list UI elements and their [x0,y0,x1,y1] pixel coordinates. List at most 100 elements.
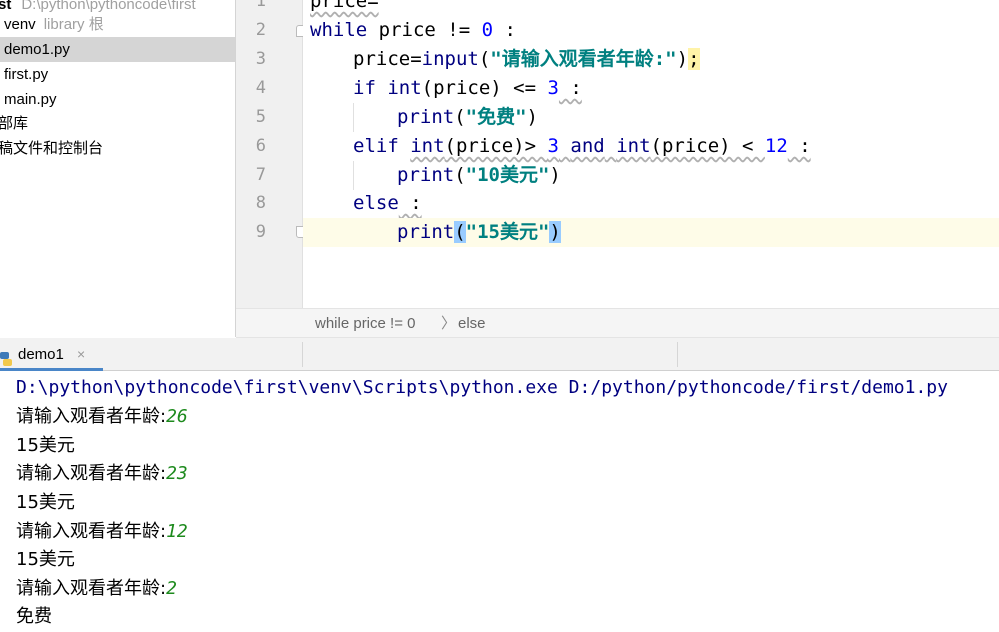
tree-file-label: first.py [4,66,49,83]
console-input: 26 [166,406,188,427]
code-line: price=input("请输入观看者年龄:"); [353,45,999,74]
tree-venv-hint: library 根 [43,16,104,33]
breadcrumb-item-while[interactable]: while price != 0 [315,309,415,339]
editor-gutter[interactable]: 1 2 3 4 5 6 7 8 9 [236,0,306,308]
code-string: "请输入观看者年龄:" [490,48,677,70]
code-builtin: input [421,48,479,70]
divider [302,342,303,367]
code-line: elif int(price)> 3 and int(price) < 12 : [353,132,999,161]
matched-paren: ) [549,221,561,243]
code-line: else : [353,189,999,218]
console-prompt: 请输入观看者年龄: [16,578,167,599]
project-tree: stD:\python\pythoncode\first venvlibrary… [0,0,236,337]
indent-guide [353,161,354,190]
console-prompt: 请输入观看者年龄: [16,521,167,542]
code-text: (price) < [650,135,765,157]
console-prompt: 请输入观看者年龄: [16,463,167,484]
tree-item-main[interactable]: main.py [0,87,235,112]
console-output-line: 15美元 [16,435,75,456]
code-text: (price)> [444,135,548,157]
tree-item-scratches[interactable]: 稿文件和控制台 [0,136,234,161]
console-command-line: D:\python\pythoncode\first\venv\Scripts\… [16,377,948,398]
line-number: 1 [255,0,266,11]
code-line: price= [310,0,999,16]
code-line: while price != 0 : [310,16,999,45]
code-text: : [558,77,582,99]
code-text: price != [367,19,482,41]
code-warning-highlight: ; [688,48,700,70]
tree-external-label: 部库 [0,115,29,132]
code-string: "免费" [465,106,527,128]
tree-file-label: main.py [4,91,57,108]
code-keyword: while [310,19,368,41]
code-text: price= [353,48,422,70]
line-number: 8 [255,193,266,213]
tree-scratches-label: 稿文件和控制台 [0,140,104,157]
code-editor[interactable]: price= while price != 0 : price=input("请… [303,0,999,308]
code-builtin: int [387,77,422,99]
breadcrumb: while price != 0 〉 else [236,308,999,338]
console-line: 请输入观看者年龄:26 [16,402,188,431]
tree-file-label: demo1.py [4,41,70,58]
tree-item-external-libraries[interactable]: 部库 [0,111,234,136]
code-text: ) [526,106,538,128]
code-text: (price) <= [421,77,548,99]
code-string: "15美元" [465,221,550,243]
run-toolwindow-header: demo1 × [0,338,999,371]
code-text: ( [454,106,466,128]
code-line: if int(price) <= 3 : [353,74,999,103]
tree-item-venv[interactable]: venv library 根 [0,12,235,37]
code-builtin: int [616,135,651,157]
line-number: 4 [255,78,266,98]
console-output[interactable]: D:\python\pythoncode\first\venv\Scripts\… [0,372,999,632]
code-text: ( [478,48,491,70]
console-input: 12 [166,521,188,542]
close-icon[interactable]: × [77,338,85,371]
code-number: 3 [547,135,559,157]
tree-venv-label: venv [4,16,36,33]
python-icon [0,346,12,366]
code-keyword: and [570,135,605,157]
code-builtin: print [397,164,455,186]
code-keyword: else [353,192,399,214]
tree-item-demo1[interactable]: demo1.py [0,37,235,62]
code-text: ( [454,164,466,186]
console-output-line: 15美元 [16,492,75,513]
code-builtin: print [397,106,455,128]
breadcrumb-separator-icon: 〉 [441,315,457,332]
line-number: 2 [255,20,266,40]
code-text: : [787,135,811,157]
line-number: 5 [255,107,266,127]
code-line: print("免费") [397,103,999,132]
line-number: 3 [255,49,266,69]
code-builtin: print [397,221,455,243]
indent-guide [353,103,354,132]
code-number: 0 [481,19,494,41]
code-text: ) [676,48,689,70]
console-output-line: 15美元 [16,549,75,570]
console-input: 23 [166,463,188,484]
code-text: price= [310,0,379,12]
code-keyword: if [353,77,376,99]
code-keyword: elif [353,135,399,157]
divider [677,342,678,367]
console-line: 请输入观看者年龄:23 [16,459,188,488]
line-number: 6 [255,136,266,156]
console-prompt: 请输入观看者年龄: [16,406,167,427]
run-tab-demo1[interactable]: demo1 × [0,338,103,371]
code-line: print("10美元") [397,161,999,190]
code-line-current: print("15美元") [303,218,999,247]
breadcrumb-item-else[interactable]: else [458,309,486,339]
code-text: : [398,192,422,214]
line-number: 9 [255,222,266,242]
console-input: 2 [166,578,177,599]
line-number: 7 [255,165,266,185]
code-text: ) [549,164,561,186]
console-line: 请输入观看者年龄:2 [16,574,177,603]
console-output-line: 免费 [16,606,52,627]
tree-item-first[interactable]: first.py [0,62,235,87]
